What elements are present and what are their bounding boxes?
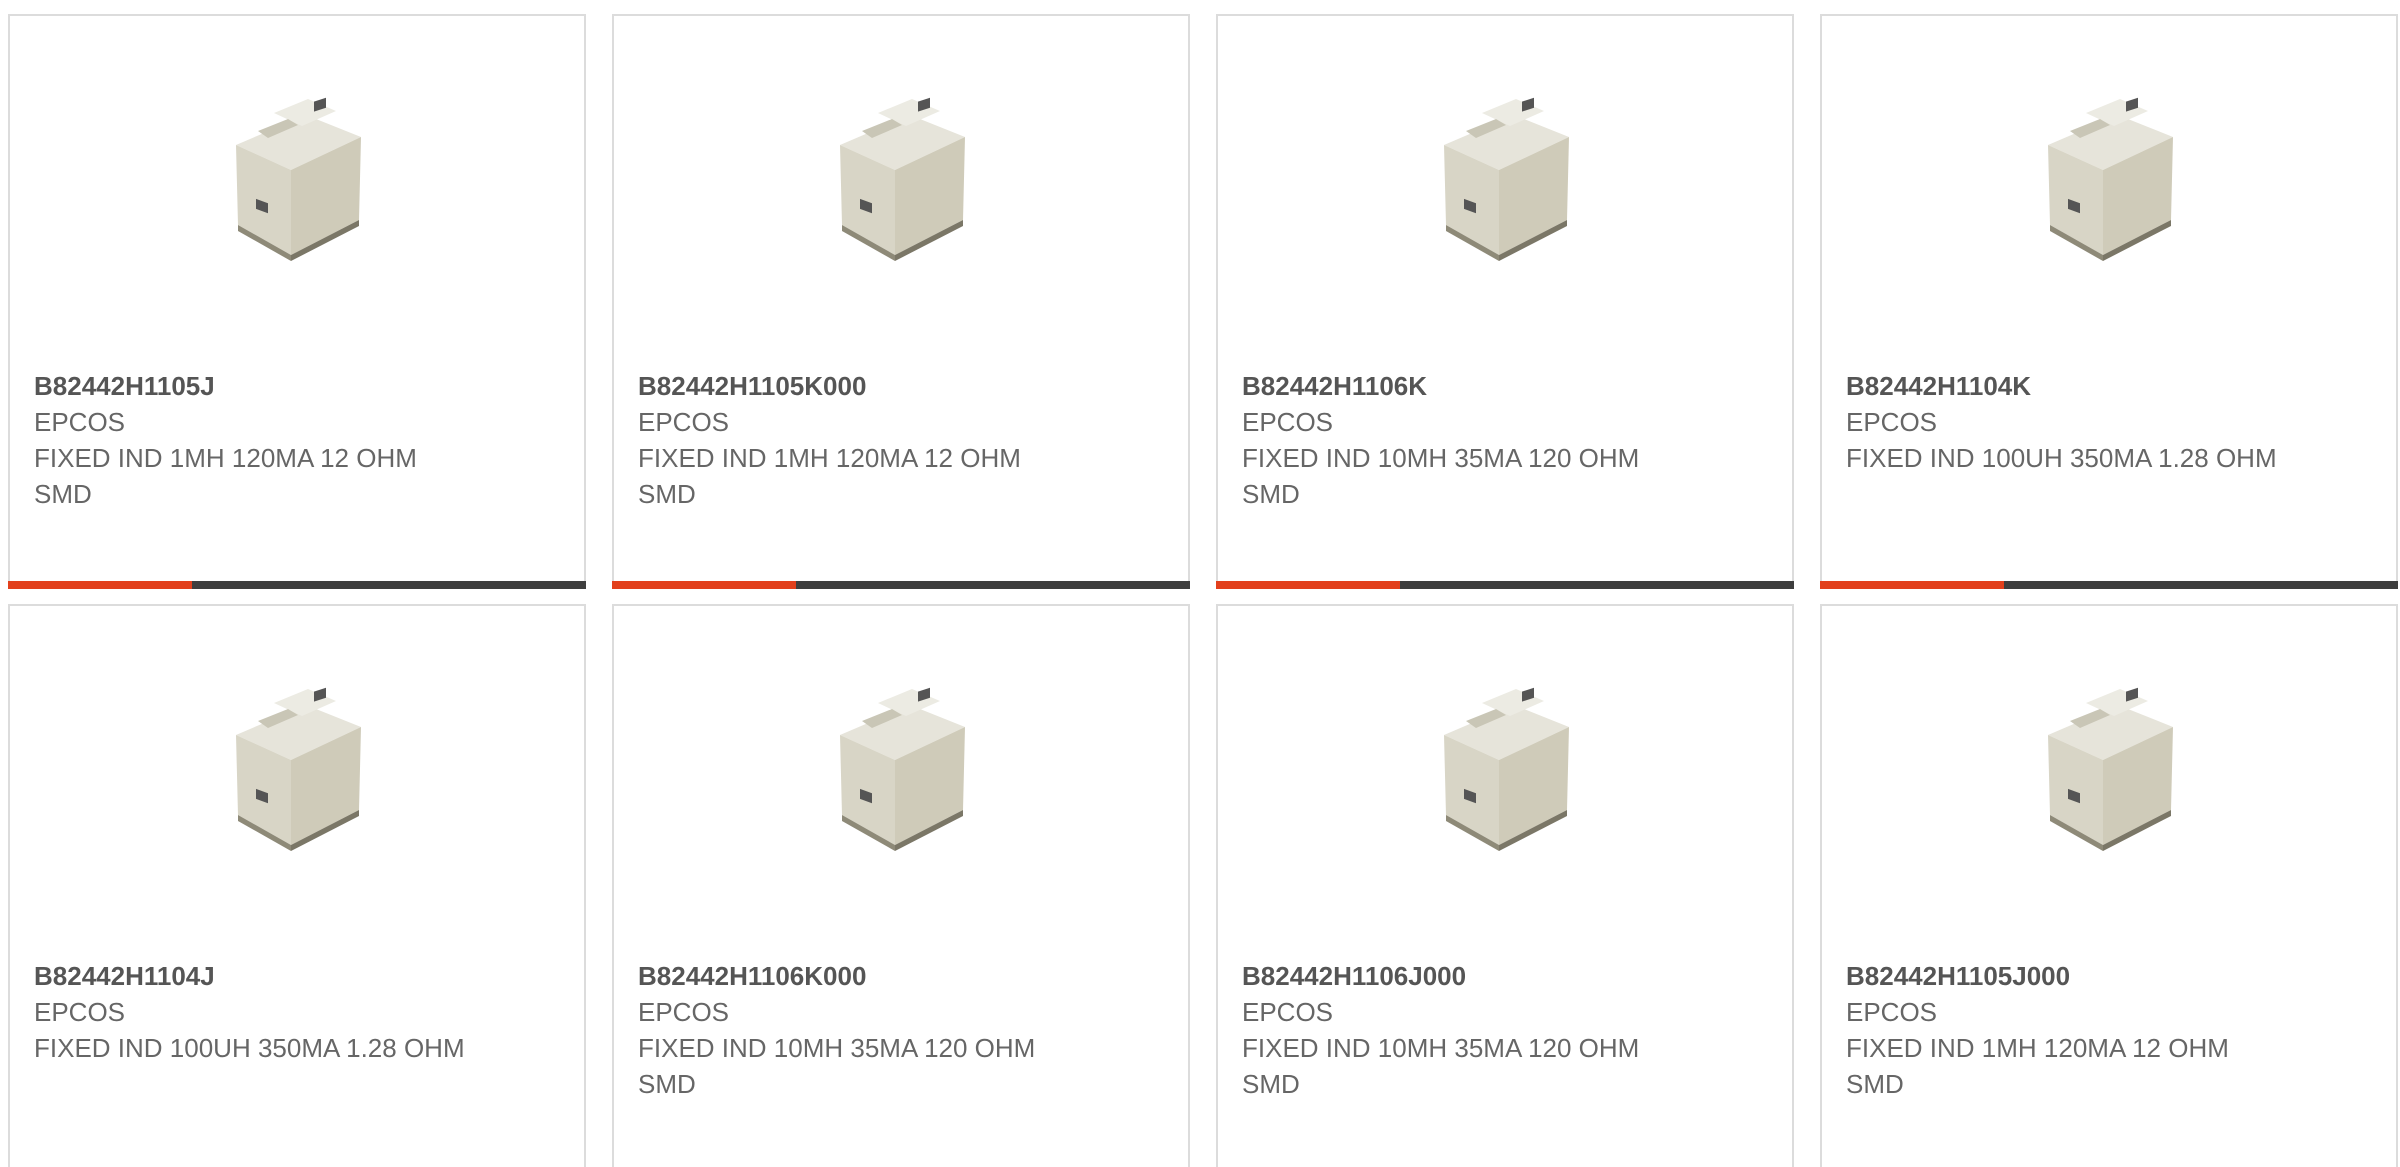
product-manufacturer: EPCOS	[34, 997, 126, 1027]
product-grid: B82442H1105J EPCOS FIXED IND 1MH 120MA 1…	[0, 0, 2400, 1167]
product-card[interactable]: B82442H1106K000 EPCOS FIXED IND 10MH 35M…	[612, 604, 1190, 1167]
product-part-number: B82442H1104J	[34, 961, 215, 991]
product-description: FIXED IND 1MH 120MA 12 OHM SMD	[34, 443, 417, 509]
product-description: FIXED IND 10MH 35MA 120 OHM SMD	[1242, 443, 1640, 509]
smd-inductor-image	[1444, 97, 1569, 261]
product-manufacturer: EPCOS	[1242, 997, 1334, 1027]
product-description: FIXED IND 1MH 120MA 12 OHM SMD	[638, 443, 1021, 509]
product-description: FIXED IND 10MH 35MA 120 OHM SMD	[638, 1033, 1036, 1099]
product-part-number: B82442H1105J000	[1846, 961, 2071, 991]
smd-inductor-image	[236, 97, 361, 261]
product-description: FIXED IND 1MH 120MA 12 OHM SMD	[1846, 1033, 2229, 1099]
product-info: B82442H1106J000 EPCOS FIXED IND 10MH 35M…	[1242, 958, 1682, 1102]
product-card[interactable]: B82442H1106J000 EPCOS FIXED IND 10MH 35M…	[1216, 604, 1794, 1167]
card-accent-bar	[1216, 581, 1794, 589]
card-accent-bar	[612, 581, 1190, 589]
product-info: B82442H1104K EPCOS FIXED IND 100UH 350MA…	[1846, 368, 2286, 476]
smd-inductor-image	[840, 687, 965, 851]
product-info: B82442H1106K000 EPCOS FIXED IND 10MH 35M…	[638, 958, 1078, 1102]
product-info: B82442H1105K000 EPCOS FIXED IND 1MH 120M…	[638, 368, 1078, 512]
product-card[interactable]: B82442H1104J EPCOS FIXED IND 100UH 350MA…	[8, 604, 586, 1167]
product-part-number: B82442H1104K	[1846, 371, 2032, 401]
product-manufacturer: EPCOS	[638, 997, 730, 1027]
card-accent-bar	[1820, 581, 2398, 589]
product-part-number: B82442H1105K000	[638, 371, 867, 401]
product-description: FIXED IND 10MH 35MA 120 OHM SMD	[1242, 1033, 1640, 1099]
product-card[interactable]: B82442H1105K000 EPCOS FIXED IND 1MH 120M…	[612, 14, 1190, 589]
product-card[interactable]: B82442H1105J EPCOS FIXED IND 1MH 120MA 1…	[8, 14, 586, 589]
product-manufacturer: EPCOS	[638, 407, 730, 437]
product-info: B82442H1105J000 EPCOS FIXED IND 1MH 120M…	[1846, 958, 2286, 1102]
product-part-number: B82442H1106J000	[1242, 961, 1467, 991]
smd-inductor-image	[236, 687, 361, 851]
product-description: FIXED IND 100UH 350MA 1.28 OHM	[1846, 443, 2277, 473]
smd-inductor-image	[840, 97, 965, 261]
product-info: B82442H1104J EPCOS FIXED IND 100UH 350MA…	[34, 958, 474, 1066]
smd-inductor-image	[2048, 687, 2173, 851]
product-info: B82442H1106K EPCOS FIXED IND 10MH 35MA 1…	[1242, 368, 1682, 512]
product-part-number: B82442H1105J	[34, 371, 215, 401]
smd-inductor-image	[2048, 97, 2173, 261]
product-manufacturer: EPCOS	[1846, 997, 1938, 1027]
product-info: B82442H1105J EPCOS FIXED IND 1MH 120MA 1…	[34, 368, 474, 512]
product-manufacturer: EPCOS	[1242, 407, 1334, 437]
product-card[interactable]: B82442H1106K EPCOS FIXED IND 10MH 35MA 1…	[1216, 14, 1794, 589]
smd-inductor-image	[1444, 687, 1569, 851]
product-card[interactable]: B82442H1105J000 EPCOS FIXED IND 1MH 120M…	[1820, 604, 2398, 1167]
product-card[interactable]: B82442H1104K EPCOS FIXED IND 100UH 350MA…	[1820, 14, 2398, 589]
product-description: FIXED IND 100UH 350MA 1.28 OHM	[34, 1033, 465, 1063]
card-accent-bar	[8, 581, 586, 589]
product-part-number: B82442H1106K000	[638, 961, 867, 991]
product-manufacturer: EPCOS	[1846, 407, 1938, 437]
product-manufacturer: EPCOS	[34, 407, 126, 437]
product-part-number: B82442H1106K	[1242, 371, 1428, 401]
